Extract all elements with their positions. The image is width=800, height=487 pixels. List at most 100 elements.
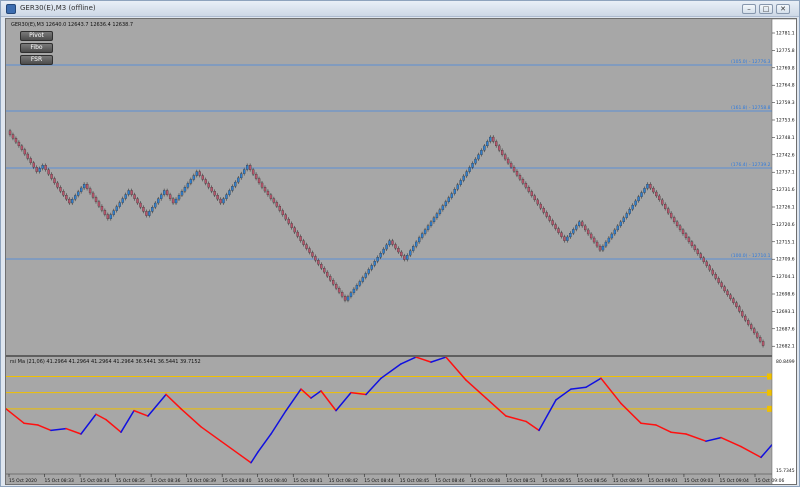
close-button[interactable]: ✕	[776, 4, 790, 14]
bear-candle	[269, 194, 273, 199]
bull-candle	[640, 192, 643, 197]
price-scale-label: 12704.1	[776, 274, 795, 280]
rsi-segment	[655, 424, 672, 433]
bull-candle	[151, 207, 154, 212]
bear-candle	[658, 195, 661, 201]
bear-candle	[290, 223, 293, 228]
bull-candle	[240, 173, 243, 179]
bear-candle	[492, 136, 495, 142]
bear-candle	[699, 253, 703, 258]
bear-candle	[530, 191, 534, 196]
indicator-separator[interactable]	[6, 355, 772, 357]
bull-candle	[417, 237, 421, 243]
bull-candle	[607, 237, 611, 243]
bear-candle	[53, 178, 56, 184]
rsi-segment	[600, 377, 622, 405]
bear-candle	[59, 187, 62, 192]
bull-candle	[195, 171, 199, 176]
bear-candle	[560, 232, 563, 237]
chart-area[interactable]: (105.0) - 12776.3 (161.8) - 12758.8 (176.4…	[5, 18, 797, 485]
bull-candle	[637, 196, 640, 202]
rsi-segment	[538, 399, 557, 432]
bull-candle	[634, 200, 637, 206]
bear-candle	[11, 134, 15, 139]
bull-candle	[610, 233, 614, 239]
level-label: (176.4) - 12739.2	[731, 162, 771, 168]
bull-candle	[619, 221, 622, 227]
time-label: 15 Oct 09:06	[755, 478, 784, 484]
bull-candle	[444, 201, 448, 206]
minimize-button[interactable]: –	[742, 4, 756, 14]
price-scale-label: 12709.6	[776, 257, 795, 263]
bull-candle	[82, 184, 86, 189]
bear-candle	[266, 190, 270, 196]
bear-candle	[391, 240, 394, 245]
bull-candle	[231, 186, 234, 191]
bear-candle	[343, 296, 347, 301]
restore-button[interactable]: □	[759, 4, 773, 14]
bull-candle	[406, 254, 409, 260]
fibo-button[interactable]: Fibo	[20, 43, 53, 53]
fsr-button[interactable]: FSR	[20, 55, 53, 65]
bear-candle	[503, 154, 507, 160]
bull-candle	[154, 202, 157, 208]
bear-candle	[263, 187, 267, 192]
indicator-scale-top: 80.8499	[776, 359, 795, 365]
bear-candle	[563, 236, 566, 241]
price-scale-label: 12742.6	[776, 152, 795, 158]
bear-candle	[103, 210, 107, 215]
bull-candle	[364, 273, 367, 278]
bear-candle	[35, 167, 38, 172]
time-label: 15 Oct 08:42	[329, 478, 358, 484]
bear-candle	[323, 268, 326, 273]
bear-candle	[210, 187, 213, 192]
bear-candle	[29, 158, 32, 163]
rsi-segment	[640, 422, 657, 426]
bear-candle	[755, 332, 759, 338]
band-marker	[767, 405, 772, 412]
bear-candle	[527, 187, 531, 192]
bear-candle	[498, 145, 501, 151]
bear-candle	[320, 264, 323, 269]
rsi-segment	[180, 408, 202, 428]
rsi-segment	[670, 431, 687, 435]
bull-candle	[349, 292, 353, 297]
bear-candle	[702, 257, 705, 262]
title-bar[interactable]: GER30(E),M3 (offline) – □ ✕	[1, 1, 799, 17]
bear-candle	[518, 175, 522, 180]
bull-candle	[453, 189, 456, 194]
bull-candle	[412, 246, 415, 251]
bull-candle	[459, 180, 462, 185]
bear-candle	[747, 320, 750, 325]
bear-candle	[165, 190, 169, 195]
bear-candle	[729, 294, 732, 299]
bull-candle	[243, 169, 246, 174]
bear-candle	[272, 198, 276, 203]
bull-candle	[109, 214, 113, 219]
price-scale-label: 12731.6	[776, 187, 795, 193]
bear-candle	[735, 302, 738, 307]
rsi-segment	[257, 433, 272, 453]
bull-candle	[613, 229, 617, 235]
pivot-button[interactable]: Pivot	[20, 31, 53, 41]
bull-candle	[38, 168, 41, 172]
bull-candle	[628, 209, 631, 214]
bear-candle	[506, 158, 510, 164]
price-scale-label: 12737.1	[776, 170, 795, 176]
bear-candle	[678, 225, 682, 230]
level-label: (100.0) - 12710.1	[731, 253, 771, 259]
bear-candle	[557, 228, 560, 233]
bear-candle	[91, 192, 95, 198]
bull-candle	[177, 195, 181, 200]
bear-candle	[20, 145, 24, 150]
bull-candle	[41, 165, 44, 169]
bear-candle	[201, 175, 204, 180]
bull-candle	[346, 296, 350, 301]
bear-candle	[649, 184, 652, 189]
bear-candle	[669, 212, 673, 218]
bear-candle	[168, 194, 172, 199]
rsi-segment	[23, 422, 39, 426]
level-label: (161.8) - 12758.8	[731, 105, 771, 111]
bull-candle	[358, 281, 362, 286]
chart-canvas[interactable]: (105.0) - 12776.3 (161.8) - 12758.8 (176.4…	[6, 19, 797, 485]
